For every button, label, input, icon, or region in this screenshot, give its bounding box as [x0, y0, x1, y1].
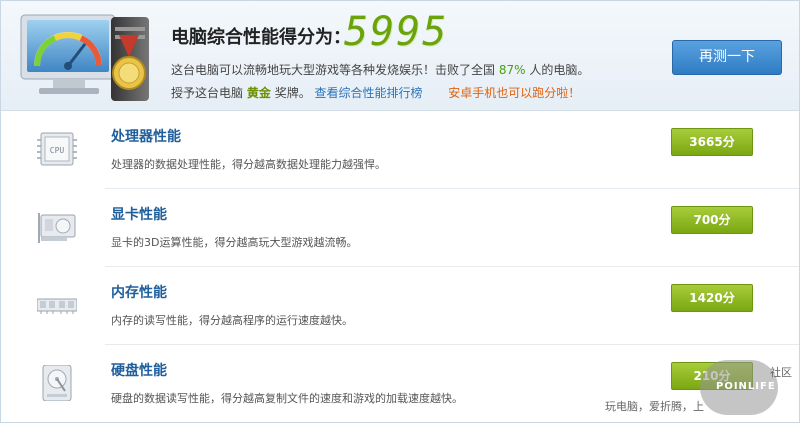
row-description: 硬盘的数据读写性能，得分越高复制文件的速度和游戏的加载速度越快。	[111, 392, 463, 405]
award-line: 授予这台电脑 黄金 奖牌。 查看综合性能排行榜 安卓手机也可以跑分啦！	[171, 84, 580, 101]
watermark-brand: POINLIFE	[716, 381, 776, 392]
list-item-gpu: 显卡性能 显卡的3D运算性能，得分越高玩大型游戏越流畅。 700分	[1, 189, 799, 267]
gpu-icon	[38, 213, 76, 243]
cpu-icon-label: CPU	[50, 146, 65, 155]
award-prefix: 授予这台电脑	[171, 86, 244, 100]
percent-beaten: 87%	[498, 63, 526, 77]
score-value: 5995	[344, 9, 449, 55]
score-label: 电脑综合性能得分为：	[171, 27, 351, 48]
watermark-slogan: 玩电脑，爱折腾，上	[605, 400, 704, 413]
award-suffix: 奖牌。	[274, 86, 311, 100]
ranking-link[interactable]: 查看综合性能排行榜	[315, 86, 423, 100]
cpu-score-badge: 3665分	[671, 128, 753, 156]
cpu-icon: CPU	[37, 132, 77, 166]
list-item-cpu: CPU 处理器性能 处理器的数据处理性能，得分越高数据处理能力越强悍。 3665…	[1, 111, 799, 189]
row-title: 硬盘性能	[111, 363, 167, 379]
summary-prefix: 这台电脑可以流畅地玩大型游戏等各种发烧娱乐！击败了全国	[171, 63, 496, 77]
summary-suffix: 人的电脑。	[529, 63, 590, 77]
medal-icon	[112, 35, 146, 90]
memory-score-badge: 1420分	[671, 284, 753, 312]
row-title: 显卡性能	[111, 207, 167, 223]
row-description: 显卡的3D运算性能，得分越高玩大型游戏越流畅。	[111, 236, 358, 249]
row-description: 内存的读写性能，得分越高程序的运行速度越快。	[111, 314, 353, 327]
row-title: 处理器性能	[111, 129, 181, 145]
score-header: 电脑综合性能得分为： 5995 这台电脑可以流畅地玩大型游戏等各种发烧娱乐！击败…	[1, 1, 799, 111]
row-title: 内存性能	[111, 285, 167, 301]
hdd-icon	[42, 365, 72, 401]
gpu-score-badge: 700分	[671, 206, 753, 234]
retest-button[interactable]: 再测一下	[672, 40, 782, 75]
mobile-link[interactable]: 安卓手机也可以跑分啦！	[448, 86, 580, 100]
watermark-community: 社区	[770, 366, 792, 379]
memory-icon	[37, 298, 77, 314]
row-description: 处理器的数据处理性能，得分越高数据处理能力越强悍。	[111, 158, 386, 171]
list-item-memory: 内存性能 内存的读写性能，得分越高程序的运行速度越快。 1420分	[1, 267, 799, 345]
score-summary: 这台电脑可以流畅地玩大型游戏等各种发烧娱乐！击败了全国 87% 人的电脑。	[171, 61, 589, 78]
medal-level: 黄金	[246, 86, 271, 100]
